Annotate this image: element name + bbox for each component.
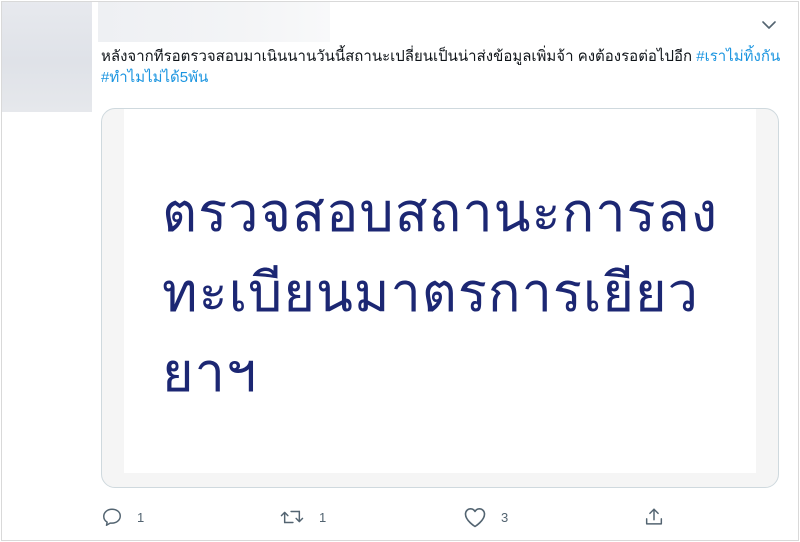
tweet-body: หลังจากทีรอตรวจสอบมาเนินนานวันนี้สถานะเป… (101, 48, 693, 65)
author-name-blurred[interactable] (98, 2, 330, 42)
reply-count: 1 (137, 509, 145, 525)
media-title-line: ยาฯ (162, 341, 258, 404)
like-button[interactable]: 3 (463, 502, 508, 532)
retweet-count: 1 (319, 509, 327, 525)
chevron-down-icon[interactable] (758, 14, 780, 36)
media-title-line: ตรวจสอบสถานะการลง (162, 181, 719, 244)
retweet-button[interactable]: 1 (279, 502, 326, 532)
media-image-content: ตรวจสอบสถานะการลง ทะเบียนมาตรการเยียว ยา… (124, 109, 756, 473)
share-button[interactable] (643, 502, 665, 532)
reply-button[interactable]: 1 (101, 502, 144, 532)
media-image[interactable]: ตรวจสอบสถานะการลง ทะเบียนมาตรการเยียว ยา… (101, 108, 779, 488)
media-title: ตรวจสอบสถานะการลง ทะเบียนมาตรการเยียว ยา… (162, 173, 762, 413)
reply-icon (101, 506, 123, 528)
tweet-text: หลังจากทีรอตรวจสอบมาเนินนานวันนี้สถานะเป… (101, 46, 781, 88)
like-icon (463, 506, 487, 528)
avatar[interactable] (2, 2, 92, 112)
like-count: 3 (501, 509, 509, 525)
hashtag-link[interactable]: #ทำไมไม่ได้5พัน (101, 69, 208, 86)
share-icon (643, 506, 665, 528)
hashtag-link[interactable]: #เราไม่ทิ้งกัน (696, 48, 780, 65)
tweet-card: หลังจากทีรอตรวจสอบมาเนินนานวันนี้สถานะเป… (1, 1, 799, 541)
media-title-line: ทะเบียนมาตรการเยียว (162, 261, 699, 324)
action-bar: 1 1 3 (101, 502, 701, 532)
retweet-icon (279, 506, 305, 528)
